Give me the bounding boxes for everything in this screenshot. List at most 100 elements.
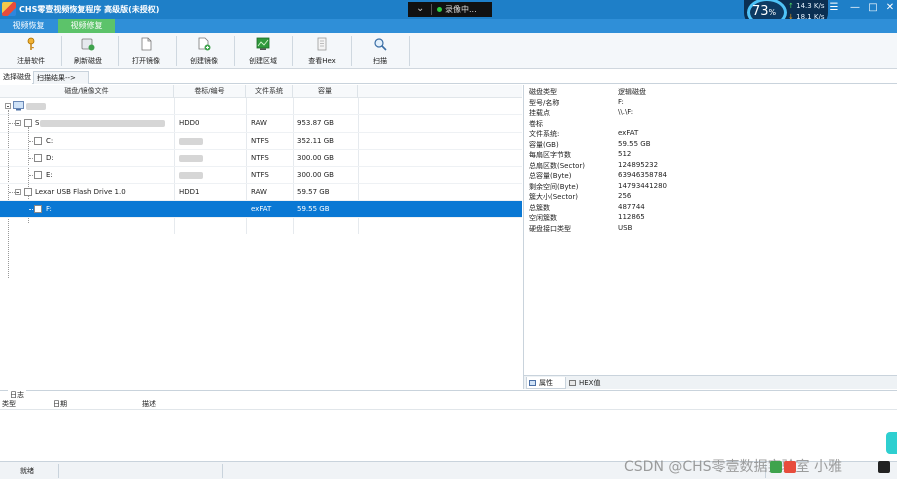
tab-scan-results[interactable]: 扫描结果--> xyxy=(33,71,89,84)
chevron-down-icon[interactable]: ⌄ xyxy=(416,3,424,14)
property-row[interactable]: 文件系统: exFAT xyxy=(524,129,897,140)
column-header-disk[interactable]: 磁盘/镜像文件 xyxy=(0,85,174,98)
partition-filesystem: NTFS xyxy=(251,137,269,145)
property-row[interactable]: 总簇数 487744 xyxy=(524,203,897,214)
tab-video-repair[interactable]: 视频修复 xyxy=(58,19,115,33)
upload-speed: ↑ 14.3 K/s xyxy=(788,2,825,10)
tab-properties[interactable]: 属性 xyxy=(526,377,566,389)
create-region-icon xyxy=(256,37,270,50)
property-key: 总容量(Byte) xyxy=(529,172,572,180)
collapse-icon[interactable] xyxy=(5,103,11,109)
log-column-type[interactable]: 类型 xyxy=(2,399,16,409)
log-section: 日志 xyxy=(0,390,897,400)
side-widget[interactable] xyxy=(886,432,897,454)
property-key: 型号/名称 xyxy=(529,98,560,107)
redacted-text xyxy=(26,103,46,110)
disk-label: HDD0 xyxy=(179,119,200,127)
property-value: exFAT xyxy=(618,129,639,137)
property-row[interactable]: 挂载点 \\.\F: xyxy=(524,108,897,119)
property-key: 总扇区数(Sector) xyxy=(529,161,585,170)
disk-icon xyxy=(24,188,32,196)
property-row[interactable]: 簇大小(Sector) 256 xyxy=(524,192,897,203)
table-row[interactable]: S HDD0 RAW 953.87 GB xyxy=(0,115,522,133)
sub-tab-row: 选择磁盘 扫描结果--> xyxy=(0,70,897,84)
tree-root-row[interactable] xyxy=(0,98,522,115)
property-value: 487744 xyxy=(618,202,645,211)
table-row[interactable]: Lexar USB Flash Drive 1.0 HDD1 RAW 59.57… xyxy=(0,184,522,201)
tray-icon[interactable] xyxy=(770,461,782,473)
column-header-label[interactable]: 卷标/编号 xyxy=(174,85,246,98)
column-header-capacity[interactable]: 容量 xyxy=(293,85,358,98)
disk-icon xyxy=(24,119,32,127)
tab-hex[interactable]: HEX值 xyxy=(567,377,609,389)
column-header-filesystem[interactable]: 文件系统 xyxy=(246,85,293,98)
table-row[interactable]: E: NTFS 300.00 GB xyxy=(0,167,522,184)
collapse-icon[interactable] xyxy=(15,189,21,195)
open-image-button[interactable]: 打开镜像 xyxy=(117,34,175,68)
property-row[interactable]: 容量(GB) 59.55 GB xyxy=(524,140,897,151)
upload-speed-value: 14.3 K/s xyxy=(796,2,825,10)
table-row-selected[interactable]: F: exFAT 59.55 GB xyxy=(0,201,522,218)
hex-view-icon xyxy=(317,37,327,51)
recording-indicator[interactable]: ⌄ 录像中... xyxy=(408,2,492,17)
log-column-description[interactable]: 描述 xyxy=(142,399,156,409)
minimize-icon[interactable]: — xyxy=(848,1,862,15)
watermark: CSDN @CHS零壹数据实验室 小雅 xyxy=(624,459,843,475)
gauge-number: 73 xyxy=(752,4,769,19)
partition-name: D: xyxy=(46,154,54,162)
redacted-text xyxy=(179,172,203,179)
divider xyxy=(409,36,410,66)
partition-name: E: xyxy=(46,171,53,179)
app-title: CHS零壹视频恢复程序 高级版(未授权) xyxy=(19,5,160,14)
menu-icon[interactable]: ☰ xyxy=(827,1,841,15)
tab-select-disk[interactable]: 选择磁盘 xyxy=(0,71,32,84)
toolbar: 注册软件 刷新磁盘 打开镜像 创建镜像 创建区域 查看Hex 扫描 xyxy=(0,33,897,69)
recording-label: 录像中... xyxy=(445,5,477,14)
create-image-button[interactable]: 创建镜像 xyxy=(175,34,233,68)
open-image-button-label: 打开镜像 xyxy=(132,57,160,65)
disk-filesystem: RAW xyxy=(251,188,267,196)
property-key: 卷标 xyxy=(529,119,543,128)
partition-name: C: xyxy=(46,137,54,145)
view-hex-button[interactable]: 查看Hex xyxy=(293,34,351,68)
property-row[interactable]: 卷标 xyxy=(524,119,897,130)
property-row[interactable]: 总容量(Byte) 63946358784 xyxy=(524,171,897,182)
disk-filesystem: RAW xyxy=(251,119,267,127)
property-header: 磁盘类型 逻辑磁盘 xyxy=(524,87,897,98)
maximize-icon[interactable]: □ xyxy=(866,1,880,15)
log-column-date[interactable]: 日期 xyxy=(53,399,67,409)
tray-icon[interactable] xyxy=(878,461,890,473)
property-key: 簇大小(Sector) xyxy=(529,193,578,201)
main-tab-row: 视频恢复 视频修复 xyxy=(0,19,897,33)
property-value: 512 xyxy=(618,150,632,158)
disk-capacity: 953.87 GB xyxy=(297,119,334,127)
property-row[interactable]: 每扇区字节数 512 xyxy=(524,150,897,161)
property-row[interactable]: 总扇区数(Sector) 124895232 xyxy=(524,161,897,172)
property-value: 112865 xyxy=(618,213,645,221)
scan-button[interactable]: 扫描 xyxy=(351,34,409,68)
register-button[interactable]: 注册软件 xyxy=(2,34,60,68)
property-key: 空闲簇数 xyxy=(529,214,557,222)
table-row[interactable]: D: NTFS 300.00 GB xyxy=(0,150,522,167)
table-row[interactable]: C: NTFS 352.11 GB xyxy=(0,133,522,150)
tray-icon[interactable] xyxy=(784,461,796,473)
property-value: 256 xyxy=(618,192,632,200)
partition-capacity: 352.11 GB xyxy=(297,137,334,145)
property-value: 59.55 GB xyxy=(618,139,651,148)
property-row[interactable]: 剩余空间(Byte) 14793441280 xyxy=(524,182,897,193)
disk-label: HDD1 xyxy=(179,188,200,196)
disk-capacity: 59.57 GB xyxy=(297,188,330,196)
property-value: 14793441280 xyxy=(618,181,667,190)
refresh-disk-button[interactable]: 刷新磁盘 xyxy=(59,34,117,68)
property-row[interactable]: 空闲簇数 112865 xyxy=(524,213,897,224)
property-row[interactable]: 型号/名称 F: xyxy=(524,98,897,109)
recording-dot-icon xyxy=(437,7,442,12)
create-region-button[interactable]: 创建区域 xyxy=(234,34,292,68)
upload-arrow-icon: ↑ xyxy=(788,2,794,10)
property-row[interactable]: 硬盘接口类型 USB xyxy=(524,224,897,235)
collapse-icon[interactable] xyxy=(15,120,21,126)
tab-video-recovery[interactable]: 视频恢复 xyxy=(0,19,57,33)
close-icon[interactable]: ✕ xyxy=(883,1,897,15)
disk-name: S xyxy=(35,119,40,127)
partition-filesystem: exFAT xyxy=(251,205,272,213)
